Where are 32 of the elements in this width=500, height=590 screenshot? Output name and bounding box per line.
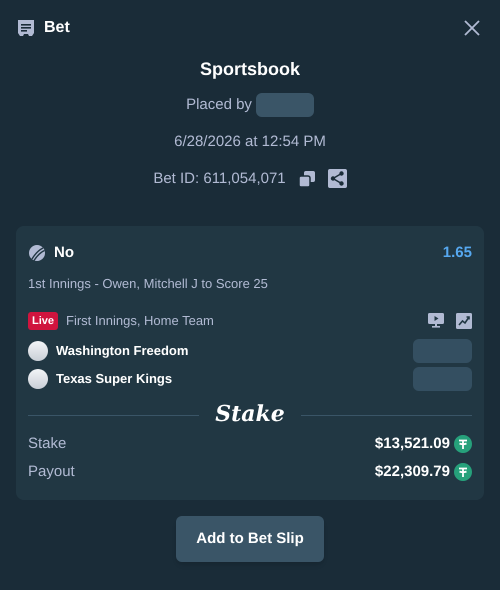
coin-icon bbox=[454, 434, 472, 453]
receipt-icon bbox=[16, 18, 36, 38]
amount-value: $13,521.09 bbox=[374, 434, 450, 454]
bet-id: Bet ID: 611,054,071 bbox=[153, 168, 286, 188]
sportsbook-heading: Sportsbook bbox=[200, 58, 300, 81]
team-logo-icon bbox=[28, 340, 48, 360]
bet-odds: 1.65 bbox=[442, 243, 472, 263]
bet-date: 6/28/2026 at 12:54 PM bbox=[174, 132, 326, 152]
amount-value: $22,309.79 bbox=[374, 462, 450, 482]
team-logo-icon bbox=[28, 368, 48, 388]
market-description: 1st Innings - Owen, Mitchell J to Score 25 bbox=[28, 274, 269, 293]
coin-icon bbox=[454, 463, 472, 482]
amount-label: Payout bbox=[28, 462, 75, 482]
copy-icon[interactable] bbox=[298, 170, 316, 188]
share-icon[interactable] bbox=[328, 169, 347, 188]
add-to-bet-slip-button[interactable]: Add to Bet Slip bbox=[176, 516, 324, 562]
hidden-username bbox=[256, 93, 314, 117]
chart-icon[interactable] bbox=[456, 312, 472, 329]
score-placeholder bbox=[413, 366, 472, 390]
ball-icon bbox=[28, 244, 46, 262]
live-badge: Live bbox=[28, 312, 58, 330]
score-placeholder bbox=[413, 338, 472, 362]
team-name: Texas Super Kings bbox=[56, 370, 172, 388]
event-name: First Innings, Home Team bbox=[66, 312, 214, 330]
video-icon[interactable] bbox=[428, 313, 444, 328]
brand-logo: Stake bbox=[215, 402, 285, 428]
modal-title: Bet bbox=[44, 18, 70, 38]
amount-label: Stake bbox=[28, 434, 66, 454]
placed-by-label: Placed by bbox=[186, 94, 252, 115]
team-name: Washington Freedom bbox=[56, 342, 188, 360]
close-icon[interactable] bbox=[464, 20, 480, 36]
bet-outcome: No bbox=[54, 243, 74, 263]
